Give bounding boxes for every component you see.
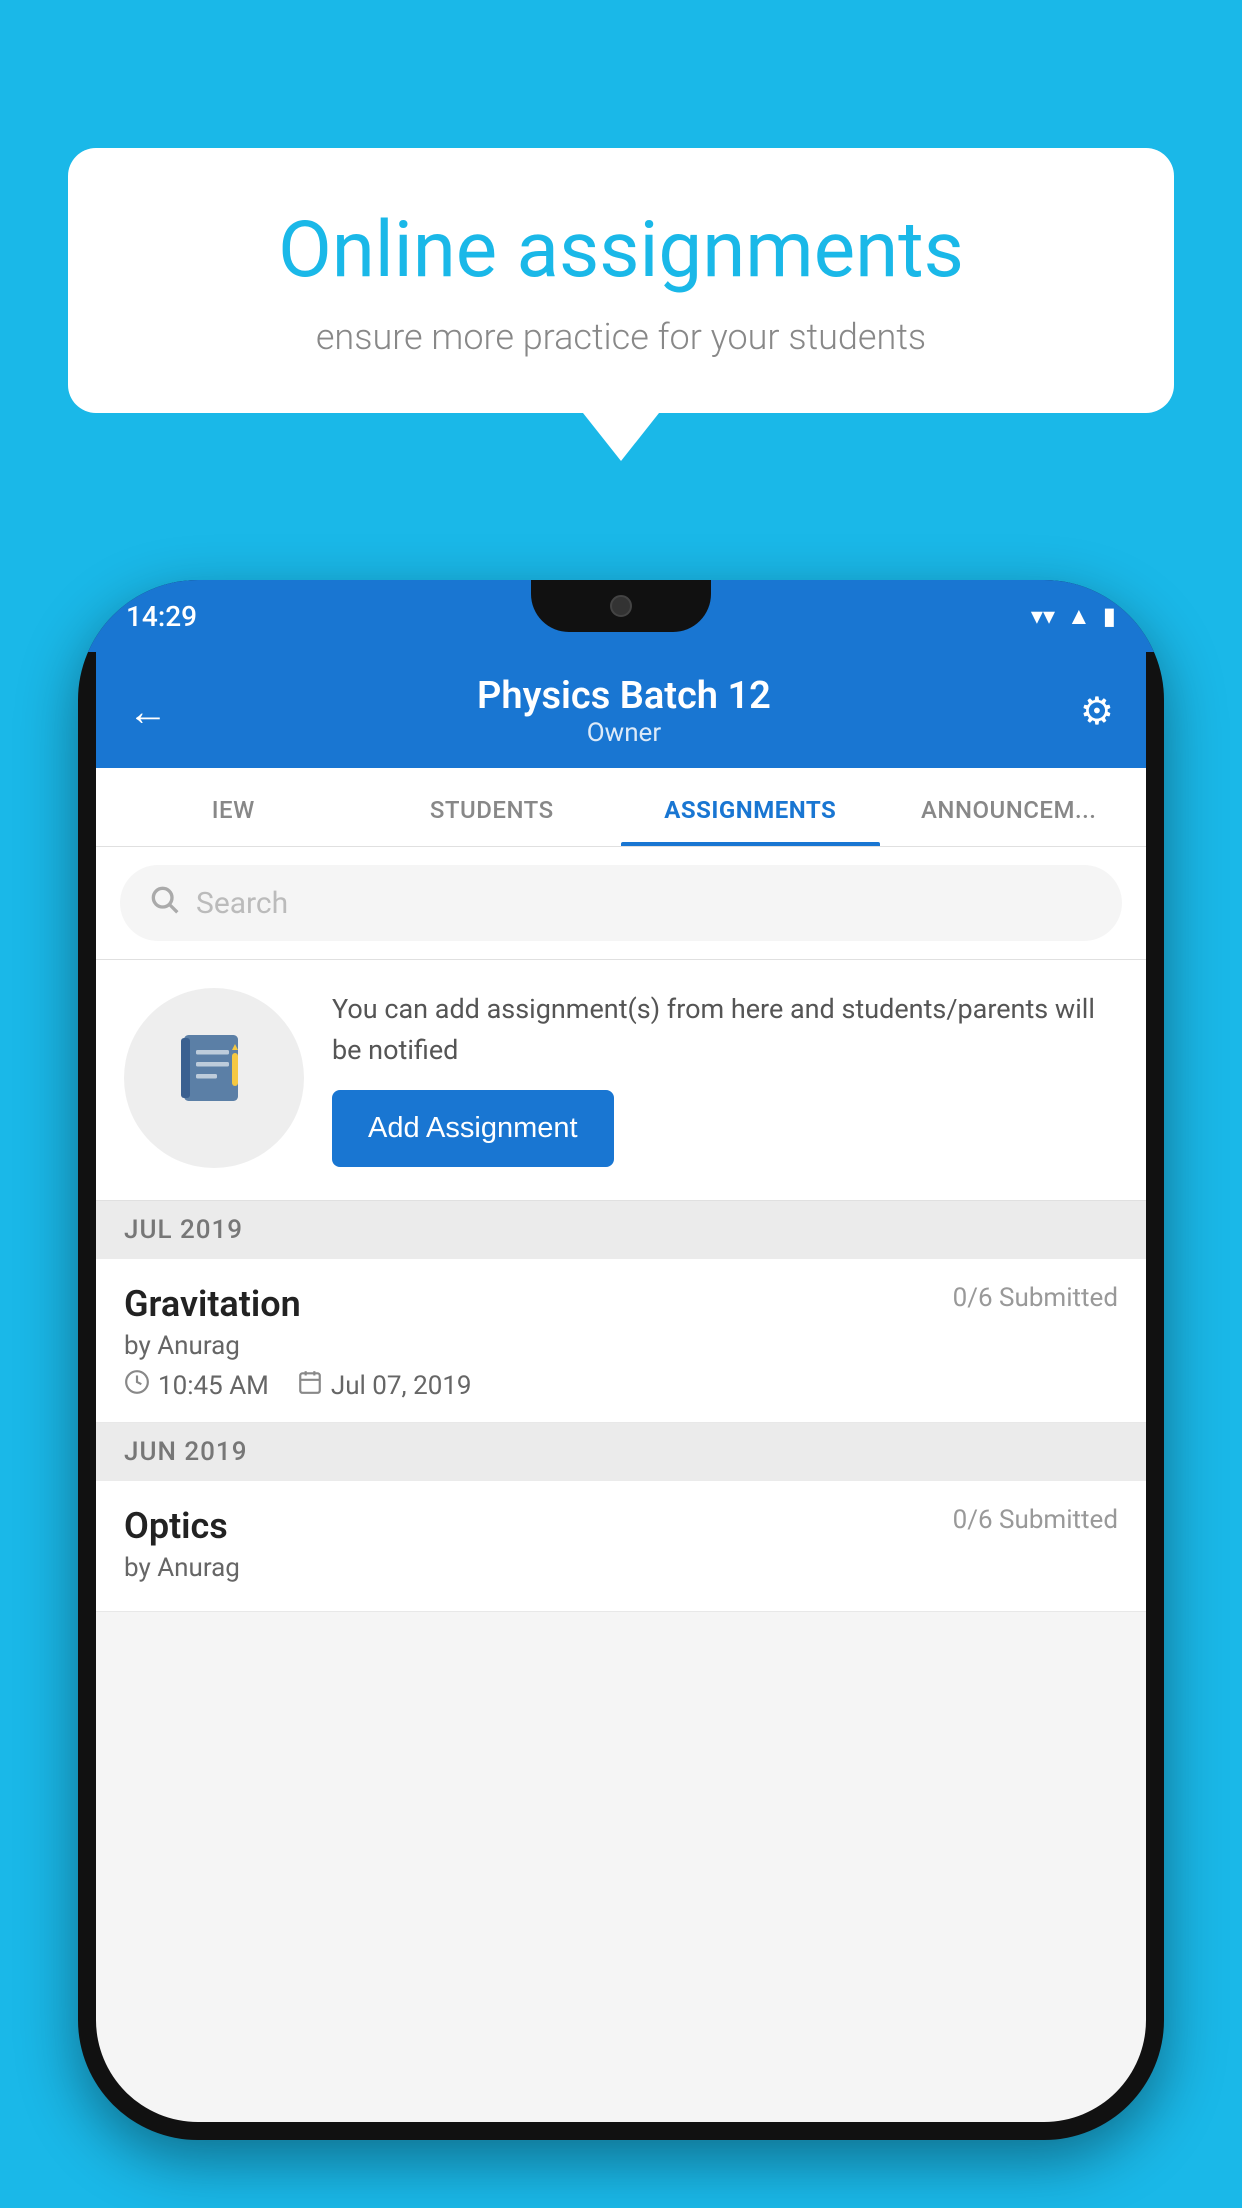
assignment-item-gravitation[interactable]: Gravitation 0/6 Submitted by Anurag 10:4… — [96, 1259, 1146, 1423]
phone-notch — [531, 580, 711, 632]
status-bar: 14:29 ▾▾ ▲ ▮ — [78, 580, 1164, 652]
month-header-jun: JUN 2019 — [96, 1423, 1146, 1481]
phone-status-icons: ▾▾ ▲ ▮ — [1031, 602, 1116, 631]
add-assignment-button[interactable]: Add Assignment — [332, 1090, 614, 1167]
tab-announcements[interactable]: ANNOUNCEM... — [880, 768, 1139, 846]
assignment-meta-gravitation: 10:45 AM Jul 07, 2019 — [124, 1369, 1118, 1402]
assignment-by-optics: by Anurag — [124, 1553, 1118, 1583]
assignment-date-gravitation: Jul 07, 2019 — [331, 1371, 472, 1401]
header-subtitle: Owner — [477, 718, 771, 748]
assignment-icon-circle — [124, 988, 304, 1168]
search-container: Search — [96, 847, 1146, 960]
tab-assignments[interactable]: ASSIGNMENTS — [621, 768, 880, 846]
clock-icon — [124, 1369, 150, 1402]
wifi-icon: ▾▾ — [1031, 602, 1055, 630]
tab-students[interactable]: STUDENTS — [363, 768, 622, 846]
speech-bubble: Online assignments ensure more practice … — [68, 148, 1174, 413]
speech-bubble-container: Online assignments ensure more practice … — [68, 148, 1174, 461]
speech-bubble-subtitle: ensure more practice for your students — [138, 316, 1104, 358]
speech-bubble-title: Online assignments — [138, 208, 1104, 294]
promo-right: You can add assignment(s) from here and … — [332, 989, 1118, 1167]
assignment-submitted-gravitation: 0/6 Submitted — [953, 1283, 1118, 1313]
assignment-item-optics[interactable]: Optics 0/6 Submitted by Anurag — [96, 1481, 1146, 1612]
tabs-bar: IEW STUDENTS ASSIGNMENTS ANNOUNCEM... — [96, 768, 1146, 847]
search-icon — [148, 883, 180, 923]
signal-icon: ▲ — [1067, 602, 1091, 631]
phone-camera — [610, 595, 632, 617]
battery-icon: ▮ — [1103, 602, 1116, 630]
app-header: ← Physics Batch 12 Owner ⚙ — [96, 652, 1146, 768]
status-time: 14:29 — [126, 600, 197, 633]
add-assignment-promo: You can add assignment(s) from here and … — [96, 960, 1146, 1201]
search-placeholder: Search — [196, 886, 288, 921]
assignment-by-gravitation: by Anurag — [124, 1331, 1118, 1361]
assignment-time-gravitation: 10:45 AM — [158, 1371, 269, 1401]
tab-iew[interactable]: IEW — [104, 768, 363, 846]
assignment-top-row-optics: Optics 0/6 Submitted — [124, 1505, 1118, 1547]
back-button[interactable]: ← — [128, 688, 168, 735]
settings-button[interactable]: ⚙ — [1080, 689, 1114, 734]
assignment-time-item: 10:45 AM — [124, 1369, 269, 1402]
notebook-icon — [169, 1023, 259, 1133]
promo-description: You can add assignment(s) from here and … — [332, 989, 1118, 1070]
assignment-date-item: Jul 07, 2019 — [297, 1369, 472, 1402]
phone-device: 14:29 ▾▾ ▲ ▮ ← Physics Batch 12 Owner ⚙ … — [78, 580, 1164, 2140]
search-bar[interactable]: Search — [120, 865, 1122, 941]
month-header-jul: JUL 2019 — [96, 1201, 1146, 1259]
assignment-submitted-optics: 0/6 Submitted — [953, 1505, 1118, 1535]
assignment-name-optics: Optics — [124, 1505, 228, 1547]
assignment-top-row: Gravitation 0/6 Submitted — [124, 1283, 1118, 1325]
header-center: Physics Batch 12 Owner — [477, 674, 771, 748]
header-title: Physics Batch 12 — [477, 674, 771, 718]
speech-bubble-arrow — [583, 413, 659, 461]
assignment-name-gravitation: Gravitation — [124, 1283, 301, 1325]
calendar-icon — [297, 1369, 323, 1402]
screen: ← Physics Batch 12 Owner ⚙ IEW STUDENTS … — [96, 652, 1146, 2122]
